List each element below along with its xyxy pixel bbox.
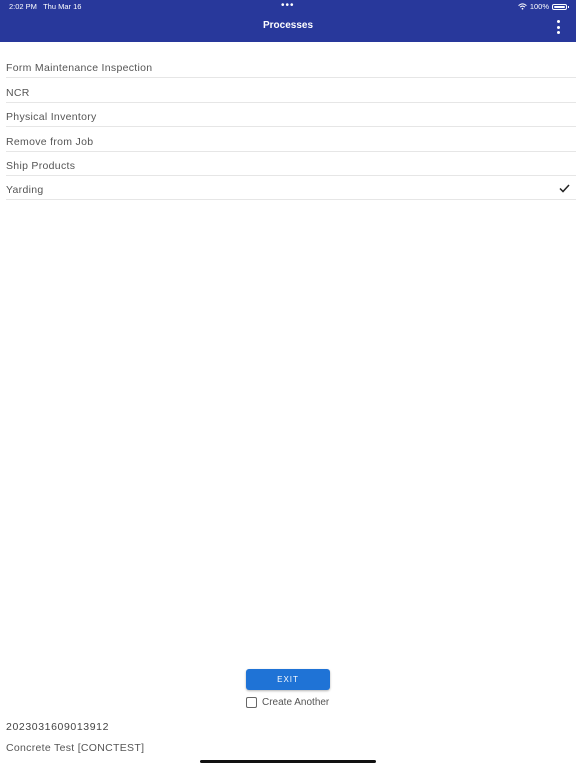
process-item[interactable]: Form Maintenance Inspection [6,54,576,79]
process-item[interactable]: NCR [6,78,576,103]
process-item-label: NCR [6,86,30,99]
record-name: Concrete Test [CONCTEST] [6,742,145,754]
page-title: Processes [262,20,314,31]
record-id: 2023031609013912 [6,721,110,733]
status-date: Thu Mar 16 [43,2,82,11]
wifi-icon [518,3,527,10]
home-indicator [200,760,376,763]
create-another-option[interactable]: Create Another [246,697,329,708]
process-item-label: Form Maintenance Inspection [6,62,153,75]
process-item[interactable]: Physical Inventory [6,103,576,128]
more-vert-icon[interactable] [554,20,562,34]
exit-button[interactable]: EXIT [246,669,330,690]
multitasking-dots[interactable]: ••• [281,0,295,11]
create-another-label: Create Another [262,697,330,708]
process-item[interactable]: Remove from Job [6,127,576,152]
process-item-label: Yarding [6,184,44,197]
battery-icon [552,3,569,10]
app-header: 2:02 PM Thu Mar 16 ••• 100% Processes [0,0,576,42]
process-item[interactable]: Yarding [6,176,576,201]
process-item-label: Physical Inventory [6,111,97,124]
status-indicators: 100% [518,2,569,11]
process-list: Form Maintenance Inspection NCR Physical I… [6,54,576,201]
process-item-label: Remove from Job [6,135,94,148]
battery-percent: 100% [529,2,549,11]
check-icon [559,184,570,193]
process-item-label: Ship Products [6,159,76,172]
status-time: 2:02 PM Thu Mar 16 [9,2,81,11]
create-another-checkbox[interactable] [246,697,257,708]
status-clock: 2:02 PM [9,2,37,11]
process-item[interactable]: Ship Products [6,152,576,176]
